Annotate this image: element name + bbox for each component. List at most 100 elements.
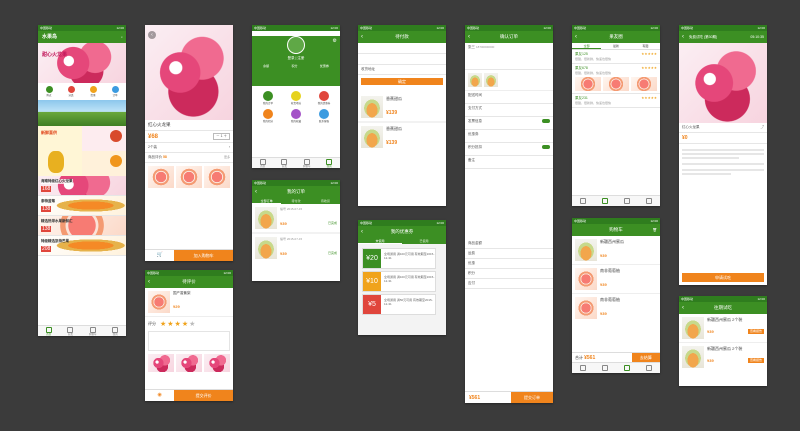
trial-item[interactable]: 新疆西州蜜瓜 2个装 ¥39 查看报告 xyxy=(679,314,767,343)
coupon-card[interactable]: ¥5 全场通用 满50元可用 有效期至2015-12-31 xyxy=(362,294,436,315)
tab-cart[interactable]: 购物车 xyxy=(89,326,97,336)
photo-thumbnail[interactable] xyxy=(148,354,174,372)
landscape-banner[interactable] xyxy=(38,100,126,126)
tab-cart[interactable] xyxy=(624,365,630,371)
review-entry[interactable]: 果友231 ★★★★★ 很甜，很新鲜，快递也很快 xyxy=(572,94,660,108)
view-report-button[interactable]: 查看报告 xyxy=(747,358,764,363)
nav-discount[interactable]: 优惠 xyxy=(89,86,97,97)
back-icon[interactable]: ‹ xyxy=(468,31,470,43)
photo-thumbnail[interactable] xyxy=(204,354,230,372)
thumbnail[interactable] xyxy=(148,166,174,188)
tab-cart[interactable] xyxy=(624,198,630,204)
tab-category[interactable]: 分类 xyxy=(67,326,74,336)
back-icon[interactable]: ‹ xyxy=(682,31,684,43)
apply-trial-button[interactable]: 申请试吃 xyxy=(682,273,764,282)
address-row[interactable]: 收货地址 xyxy=(358,65,446,75)
menu-points[interactable]: 我的积分 xyxy=(256,109,280,123)
checkout-row[interactable]: 配送时间 xyxy=(465,91,553,104)
share-icon[interactable]: ⤴ xyxy=(761,125,765,130)
checkout-row[interactable]: 支付方式 xyxy=(465,104,553,117)
confirm-button[interactable]: 确定 xyxy=(361,78,443,85)
option-row[interactable] xyxy=(358,43,446,54)
tab-used[interactable]: 已使用 xyxy=(402,238,446,244)
back-icon[interactable]: ‹ xyxy=(361,226,363,238)
rating-row[interactable]: 商品评价 58 更多 xyxy=(145,153,233,163)
review-entry[interactable]: 果友125 ★★★★★ 很甜，很新鲜，快递也很快 xyxy=(572,50,660,64)
back-icon[interactable]: ‹ xyxy=(255,186,257,198)
tab-home[interactable]: 首页 xyxy=(259,158,266,168)
thumbnail[interactable] xyxy=(204,166,230,188)
back-icon[interactable]: ‹ xyxy=(575,31,577,43)
list-item[interactable]: 特级精选凯特芒果 208 xyxy=(38,236,126,256)
login-link[interactable]: 登录 | 注册 xyxy=(252,56,340,61)
spec-row[interactable]: 2个装 › xyxy=(145,143,233,153)
pending-item[interactable]: 香蕉甜瓜 ¥139 xyxy=(358,93,446,123)
photo-thumbnail[interactable] xyxy=(603,77,629,91)
back-icon[interactable]: ‹ xyxy=(361,31,363,43)
toggle-switch[interactable] xyxy=(542,119,550,123)
tab-all[interactable]: 全部 xyxy=(572,43,602,49)
list-item[interactable]: 泰特蓝莓 138 xyxy=(38,196,126,216)
coupon-card[interactable]: ¥20 全场通用 满100元可用 有效期至2015-12-31 xyxy=(362,248,436,269)
menu-coupons[interactable]: 我的优惠券 xyxy=(312,91,336,105)
home-banner[interactable]: 甜心火龙果 xyxy=(38,43,126,83)
trial-item[interactable]: 新疆西州蜜瓜 2个装 ¥39 查看报告 xyxy=(679,343,767,371)
checkout-row[interactable]: 积分抵扣 xyxy=(465,143,553,156)
menu-orders[interactable]: 我的订单 xyxy=(256,91,280,105)
submit-review-button[interactable]: 提交评价 xyxy=(174,390,233,401)
checkout-row[interactable]: 备注 xyxy=(465,156,553,169)
order-card[interactable]: 编号 2015-07-15 ¥39 已完成 xyxy=(252,234,340,262)
list-item[interactable]: 海南特级红心火龙果 168 xyxy=(38,176,126,196)
menu-favorites[interactable]: 我的收藏 xyxy=(284,109,308,123)
tab-all-orders[interactable]: 全部订单 xyxy=(252,198,282,204)
more-link[interactable]: 更多 xyxy=(224,155,230,160)
camera-icon[interactable]: ◉ xyxy=(145,390,174,401)
review-textarea[interactable] xyxy=(148,331,230,351)
trash-icon[interactable]: 🗑 xyxy=(653,224,657,236)
nav-orders[interactable]: 订单 xyxy=(111,86,119,97)
cart-item[interactable]: 南非葡萄柚 ¥39 xyxy=(572,265,660,294)
star-rating[interactable]: ★★★★★ xyxy=(160,320,196,328)
photo-thumbnail[interactable] xyxy=(575,77,601,91)
tab-with-photos[interactable]: 有图 xyxy=(631,43,660,49)
tab-profile[interactable]: 我的 xyxy=(326,158,333,168)
avatar[interactable] xyxy=(287,36,305,54)
photo-thumbnail[interactable] xyxy=(631,77,657,91)
tab-pending-delivery[interactable]: 待收货 xyxy=(311,198,340,204)
list-item[interactable]: 精选热带水果新鲜汇 138 xyxy=(38,216,126,236)
promo-tile-left[interactable]: 新鲜直供 xyxy=(38,126,82,176)
option-row[interactable] xyxy=(358,54,446,65)
tab-category[interactable]: 分类 xyxy=(281,158,288,168)
tab-home[interactable]: 首页 xyxy=(45,326,52,336)
promo-tile-right-bottom[interactable] xyxy=(82,151,126,176)
tab-unused[interactable]: 未使用 xyxy=(358,238,402,244)
tab-profile[interactable] xyxy=(646,365,652,371)
cart-item[interactable]: 新疆西州蜜瓜 ¥39 xyxy=(572,236,660,265)
tab-category[interactable] xyxy=(602,365,608,371)
cart-icon[interactable]: 🛒 xyxy=(145,250,175,261)
tab-profile[interactable] xyxy=(646,198,652,204)
review-entry[interactable]: 果友678 ★★★★★ 很甜，很新鲜，快递也很快 xyxy=(572,64,660,94)
toggle-switch[interactable] xyxy=(542,145,550,149)
order-card[interactable]: 编号 2015-07-15 ¥39 已完成 xyxy=(252,204,340,234)
search-icon[interactable]: ⌕ xyxy=(121,31,123,43)
cart-item[interactable]: 南非葡萄柚 ¥39 xyxy=(572,294,660,322)
promo-tile-right-top[interactable] xyxy=(82,126,126,151)
back-icon[interactable]: ‹ xyxy=(148,31,156,39)
back-icon[interactable]: ‹ xyxy=(148,276,150,288)
thumbnail[interactable] xyxy=(176,166,202,188)
tab-home[interactable] xyxy=(580,198,586,204)
back-icon[interactable]: ‹ xyxy=(682,302,684,314)
checkout-row[interactable]: 发票信息 xyxy=(465,117,553,130)
gear-icon[interactable]: ⚙ xyxy=(333,38,337,44)
submit-order-button[interactable]: 提交订单 xyxy=(511,392,553,403)
view-report-button[interactable]: 查看报告 xyxy=(747,329,764,334)
tab-pending-payment[interactable]: 待付款 xyxy=(281,198,310,204)
photo-thumbnail[interactable] xyxy=(176,354,202,372)
menu-address[interactable]: 收货地址 xyxy=(284,91,308,105)
tab-cart[interactable]: 购物车 xyxy=(303,158,311,168)
coupon-card[interactable]: ¥10 全场通用 满100元可用 有效期至2015-12-31 xyxy=(362,271,436,292)
nav-nearby[interactable]: 附近 xyxy=(45,86,53,97)
quantity-stepper[interactable]: － 1 ＋ xyxy=(213,133,230,140)
tab-latest[interactable]: 最新 xyxy=(601,43,630,49)
